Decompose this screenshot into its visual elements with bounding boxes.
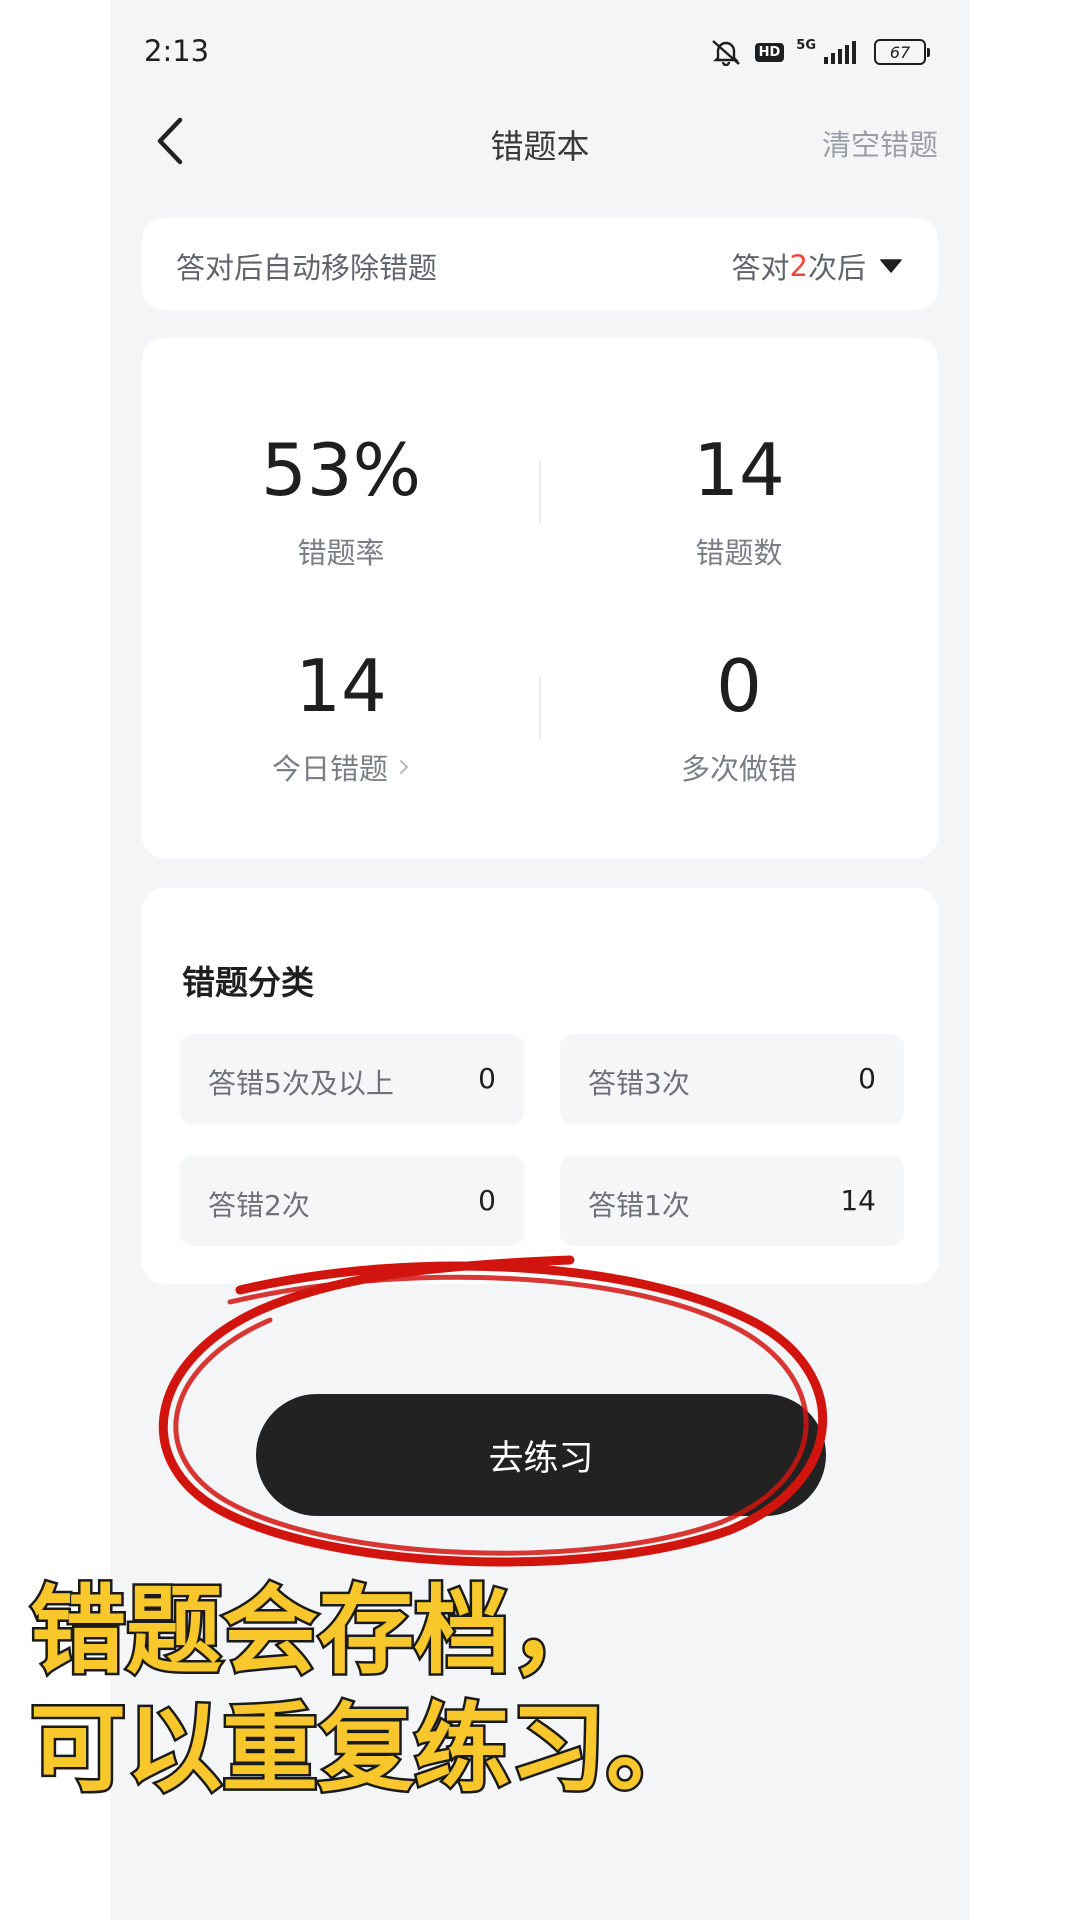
video-caption: 错题会存档， 可以重复练习。	[28, 1572, 950, 1808]
battery-level: 67	[889, 42, 911, 62]
category-item[interactable]: 答错5次及以上 0	[180, 1034, 524, 1124]
stat-error-count: 14 错题数	[540, 434, 938, 572]
caption-line-2: 可以重复练习。	[28, 1691, 705, 1808]
auto-remove-prefix: 答对	[731, 251, 790, 285]
network-type: 5G	[796, 38, 816, 53]
today-errors-link[interactable]: 今日错题	[272, 746, 410, 788]
signal-icon	[824, 41, 856, 64]
caret-down-icon	[880, 259, 902, 273]
category-item[interactable]: 答错2次 0	[180, 1156, 524, 1246]
category-item[interactable]: 答错3次 0	[560, 1034, 904, 1124]
error-count-label: 错题数	[695, 536, 783, 570]
status-icons: HD 5G 67	[709, 38, 930, 66]
today-errors-label: 今日错题	[271, 752, 388, 786]
auto-remove-count: 2	[789, 249, 808, 283]
battery-icon: 67	[874, 39, 930, 65]
stat-repeat-errors: 0 多次做错	[540, 650, 938, 788]
caption-line-1: 错题会存档，	[28, 1573, 609, 1690]
category-name: 答错3次	[588, 1067, 690, 1100]
auto-remove-dropdown[interactable]: 答对 2 次后	[732, 245, 902, 287]
status-bar: 2:13 HD 5G 67	[110, 0, 970, 100]
repeat-errors-value: 0	[716, 644, 762, 728]
error-count-value: 14	[693, 428, 785, 512]
auto-remove-suffix: 次后	[807, 251, 866, 285]
stat-today-errors[interactable]: 14 今日错题	[142, 650, 540, 788]
category-name: 答错2次	[208, 1189, 310, 1222]
category-count: 14	[840, 1184, 876, 1217]
category-name: 答错1次	[588, 1189, 690, 1222]
auto-remove-setting: 答对后自动移除错题 答对 2 次后	[142, 218, 938, 310]
mute-icon	[711, 40, 740, 66]
clear-errors-button[interactable]: 清空错题	[822, 122, 938, 164]
today-errors-value: 14	[295, 644, 387, 728]
error-rate-label: 错题率	[297, 536, 385, 570]
category-title: 错题分类	[182, 963, 314, 1002]
category-count: 0	[858, 1062, 876, 1095]
practice-button[interactable]: 去练习	[256, 1394, 826, 1516]
repeat-errors-label: 多次做错	[680, 752, 797, 786]
error-category-card: 错题分类 答错5次及以上 0 答错3次 0 答错2次 0 答错1次 14	[142, 888, 938, 1284]
category-count: 0	[478, 1184, 496, 1217]
category-count: 0	[478, 1062, 496, 1095]
category-item[interactable]: 答错1次 14	[560, 1156, 904, 1246]
screen: 2:13 HD 5G 67 错题本 清空错题 答对后自动移除错题 答对 2 次后…	[0, 0, 1080, 1920]
stat-error-rate: 53% 错题率	[142, 434, 540, 572]
nav-bar: 错题本 清空错题	[110, 100, 970, 182]
error-rate-value: 53%	[260, 428, 422, 512]
category-name: 答错5次及以上	[208, 1067, 394, 1100]
hd-badge: HD	[754, 42, 785, 62]
chevron-right-icon	[400, 760, 409, 774]
stats-card: 53% 错题率 14 错题数 14 今日错题 0 多次做错	[142, 338, 938, 858]
status-time: 2:13	[144, 34, 210, 68]
auto-remove-label: 答对后自动移除错题	[176, 251, 438, 285]
